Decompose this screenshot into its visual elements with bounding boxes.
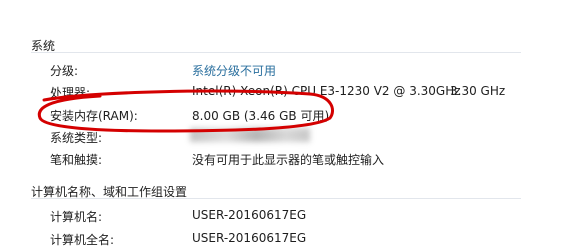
system-type-label: 系统类型: — [50, 131, 103, 145]
processor-label: 处理器: — [50, 86, 91, 100]
processor-value: Intel(R) Xeon(R) CPU E3-1230 V2 @ 3.30GH… — [192, 84, 461, 98]
computer-full-name-value: USER-20160617EG — [192, 231, 307, 245]
rating-label: 分级: — [50, 64, 79, 78]
rating-link[interactable]: 系统分级不可用 — [192, 62, 276, 79]
section-divider — [31, 52, 521, 53]
computer-name-label: 计算机名: — [50, 210, 103, 224]
computer-full-name-label: 计算机全名: — [50, 233, 115, 247]
computer-name-value: USER-20160617EG — [192, 208, 307, 222]
ram-value: 8.00 GB (3.46 GB 可用) — [192, 109, 330, 123]
section-divider — [31, 198, 521, 199]
pen-touch-value: 没有可用于此显示器的笔或触控输入 — [192, 153, 385, 167]
system-type-value-redacted — [190, 128, 310, 142]
pen-touch-label: 笔和触摸: — [50, 153, 103, 167]
ram-label: 安装内存(RAM): — [50, 109, 138, 123]
processor-speed: 3.30 GHz — [450, 84, 506, 98]
system-properties-panel: 系统 分级: 系统分级不可用 处理器: Intel(R) Xeon(R) CPU… — [0, 0, 579, 248]
